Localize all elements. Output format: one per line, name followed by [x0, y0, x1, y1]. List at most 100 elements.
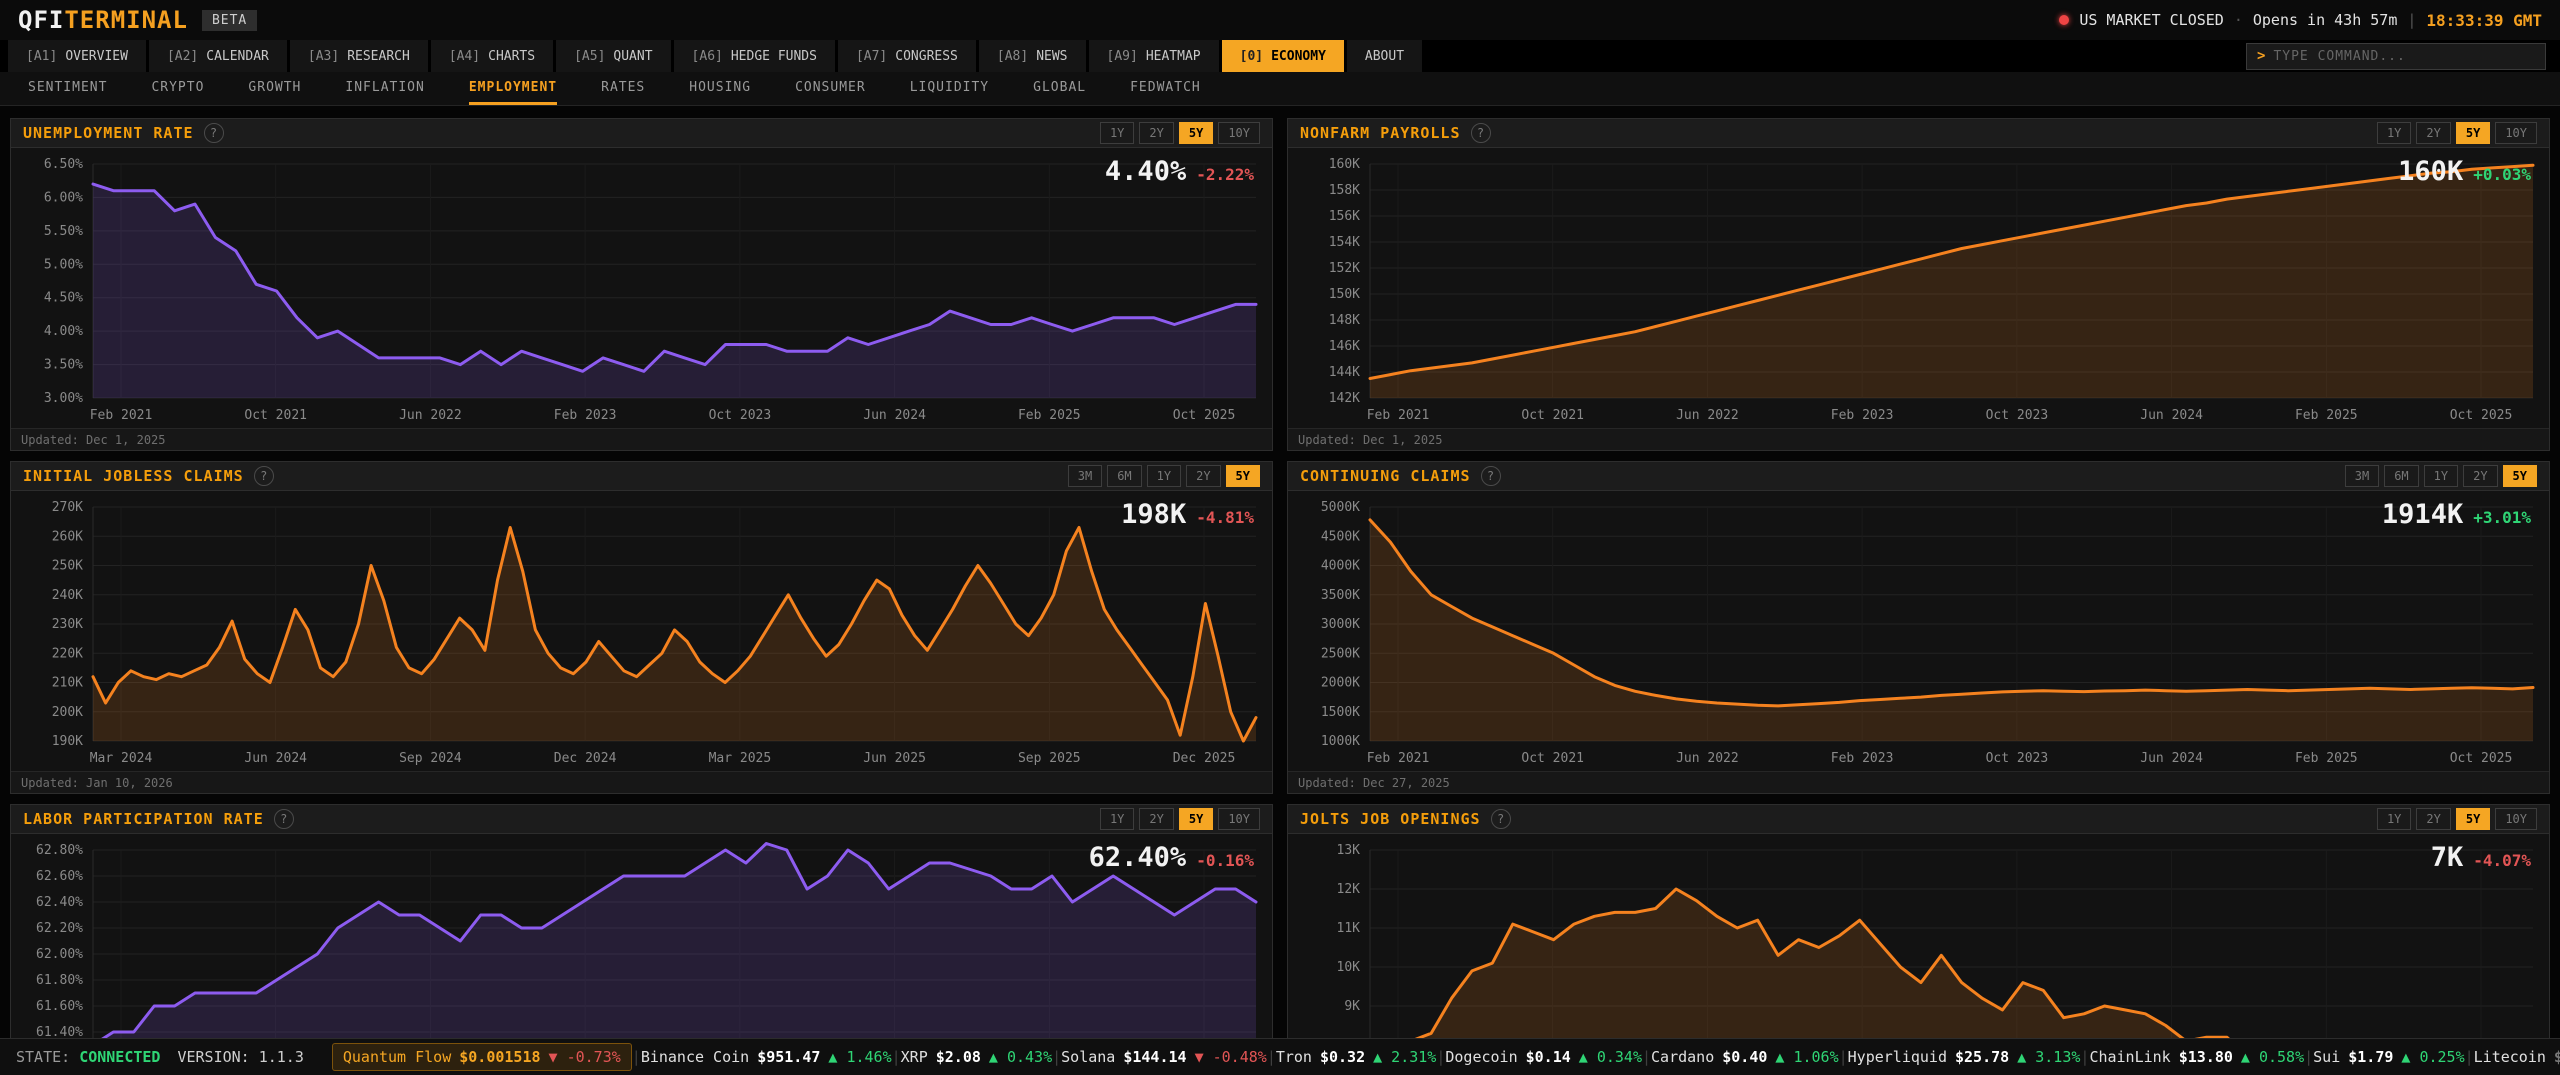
help-icon[interactable]: ?	[1481, 466, 1501, 486]
svg-text:Oct 2023: Oct 2023	[1986, 408, 2049, 423]
svg-text:62.60%: 62.60%	[36, 869, 83, 884]
command-box[interactable]: >	[2246, 43, 2546, 70]
nav-tab-research[interactable]: [A3]RESEARCH	[290, 40, 428, 72]
timeframe-1y-button[interactable]: 1Y	[1100, 808, 1134, 830]
panel-labor-participation-rate: LABOR PARTICIPATION RATE ? 1Y2Y5Y10Y 62.…	[10, 804, 1273, 1075]
ticker-quantum-flow[interactable]: Quantum Flow$0.001518▼ -0.73%	[332, 1043, 632, 1071]
subnav-tab-employment[interactable]: EMPLOYMENT	[469, 72, 557, 105]
timeframe-5y-button[interactable]: 5Y	[2456, 808, 2490, 830]
subnav-tab-sentiment[interactable]: SENTIMENT	[28, 72, 107, 105]
help-icon[interactable]: ?	[1471, 123, 1491, 143]
change-percent: -2.22%	[1196, 165, 1254, 184]
timeframe-10y-button[interactable]: 10Y	[1218, 808, 1260, 830]
help-icon[interactable]: ?	[1491, 809, 1511, 829]
timeframe-1y-button[interactable]: 1Y	[1100, 122, 1134, 144]
subnav-tab-growth[interactable]: GROWTH	[248, 72, 301, 105]
timeframe-3m-button[interactable]: 3M	[2345, 465, 2379, 487]
timeframe-group: 3M6M 1Y2Y 5Y	[1068, 465, 1260, 487]
ticker-separator: |	[2465, 1048, 2474, 1066]
svg-text:Oct 2025: Oct 2025	[2450, 751, 2513, 766]
timeframe-10y-button[interactable]: 10Y	[1218, 122, 1260, 144]
svg-text:Oct 2021: Oct 2021	[1521, 751, 1584, 766]
subnav-tab-housing[interactable]: HOUSING	[689, 72, 751, 105]
timeframe-2y-button[interactable]: 2Y	[1139, 122, 1173, 144]
ticker-sui[interactable]: Sui$1.79▲ 0.25%	[2313, 1048, 2464, 1066]
subnav-tab-crypto[interactable]: CRYPTO	[151, 72, 204, 105]
svg-text:158K: 158K	[1329, 183, 1360, 198]
timeframe-2y-button[interactable]: 2Y	[2416, 808, 2450, 830]
timeframe-1y-button[interactable]: 1Y	[1147, 465, 1181, 487]
timeframe-2y-button[interactable]: 2Y	[1186, 465, 1220, 487]
nav-tab-label: OVERVIEW	[65, 49, 128, 64]
timeframe-1y-button[interactable]: 1Y	[2377, 122, 2411, 144]
nav-tab-hedge-funds[interactable]: [A6]HEDGE FUNDS	[674, 40, 835, 72]
svg-text:Feb 2023: Feb 2023	[554, 408, 617, 423]
svg-text:Feb 2023: Feb 2023	[1831, 408, 1894, 423]
svg-text:3.00%: 3.00%	[44, 391, 83, 406]
nav-tab-economy[interactable]: [0]ECONOMY	[1222, 40, 1344, 72]
help-icon[interactable]: ?	[204, 123, 224, 143]
svg-text:Dec 2024: Dec 2024	[554, 751, 617, 766]
subnav-tab-rates[interactable]: RATES	[601, 72, 645, 105]
timeframe-5y-button[interactable]: 5Y	[2503, 465, 2537, 487]
nav-tab-key: [A9]	[1107, 49, 1138, 64]
timeframe-6m-button[interactable]: 6M	[2384, 465, 2418, 487]
timeframe-1y-button[interactable]: 1Y	[2377, 808, 2411, 830]
timeframe-2y-button[interactable]: 2Y	[1139, 808, 1173, 830]
ticker-xrp[interactable]: XRP$2.08▲ 0.43%	[901, 1048, 1052, 1066]
subnav-tab-liquidity[interactable]: LIQUIDITY	[910, 72, 989, 105]
version-value: 1.1.3	[259, 1048, 304, 1066]
timeframe-2y-button[interactable]: 2Y	[2416, 122, 2450, 144]
subnav-tab-consumer[interactable]: CONSUMER	[795, 72, 866, 105]
svg-text:Feb 2023: Feb 2023	[1831, 751, 1894, 766]
panel-nonfarm-payrolls: NONFARM PAYROLLS ? 1Y2Y5Y10Y 160K +0.03%…	[1287, 118, 2550, 451]
nav-tab-about[interactable]: ABOUT	[1347, 40, 1422, 72]
subnav-tab-global[interactable]: GLOBAL	[1033, 72, 1086, 105]
ticker-hyperliquid[interactable]: Hyperliquid$25.78▲ 3.13%	[1848, 1048, 2081, 1066]
svg-text:Feb 2021: Feb 2021	[1367, 408, 1430, 423]
nav-tab-congress[interactable]: [A7]CONGRESS	[838, 40, 976, 72]
up-arrow-icon: ▲ 0.43%	[989, 1048, 1052, 1066]
nav-tab-heatmap[interactable]: [A9]HEATMAP	[1089, 40, 1219, 72]
timeframe-6m-button[interactable]: 6M	[1107, 465, 1141, 487]
svg-text:Jun 2022: Jun 2022	[1676, 408, 1739, 423]
top-bar: QFITERMINAL BETA US MARKET CLOSED · Open…	[0, 0, 2560, 40]
nav-tab-overview[interactable]: [A1]OVERVIEW	[8, 40, 146, 72]
ticker-dogecoin[interactable]: Dogecoin$0.14▲ 0.34%	[1445, 1048, 1642, 1066]
timeframe-10y-button[interactable]: 10Y	[2495, 808, 2537, 830]
command-input[interactable]	[2273, 49, 2535, 64]
nav-tab-calendar[interactable]: [A2]CALENDAR	[149, 40, 287, 72]
nav-tab-charts[interactable]: [A4]CHARTS	[431, 40, 553, 72]
timeframe-5y-button[interactable]: 5Y	[2456, 122, 2490, 144]
help-icon[interactable]: ?	[254, 466, 274, 486]
subnav-tab-inflation[interactable]: INFLATION	[345, 72, 424, 105]
timeframe-1y-button[interactable]: 1Y	[2424, 465, 2458, 487]
ticker-chainlink[interactable]: ChainLink$13.80▲ 0.58%	[2089, 1048, 2304, 1066]
nav-tab-key: [A7]	[856, 49, 887, 64]
current-value: 1914K	[2382, 499, 2463, 530]
svg-text:148K: 148K	[1329, 313, 1360, 328]
nav-tab-news[interactable]: [A8]NEWS	[979, 40, 1086, 72]
timeframe-5y-button[interactable]: 5Y	[1179, 122, 1213, 144]
timeframe-3m-button[interactable]: 3M	[1068, 465, 1102, 487]
svg-text:62.00%: 62.00%	[36, 947, 83, 962]
subnav-tab-fedwatch[interactable]: FEDWATCH	[1130, 72, 1201, 105]
svg-text:6.50%: 6.50%	[44, 157, 83, 172]
timeframe-2y-button[interactable]: 2Y	[2463, 465, 2497, 487]
ticker-litecoin[interactable]: Litecoin$74.89▼	[2474, 1048, 2560, 1066]
ticker-tron[interactable]: Tron$0.32▲ 2.31%	[1276, 1048, 1437, 1066]
ticker-solana[interactable]: Solana$144.14▼ -0.48%	[1061, 1048, 1267, 1066]
nonfarm-payrolls-chart: 160K158K156K154K152K150K148K146K144K142K…	[1288, 148, 2549, 428]
timeframe-10y-button[interactable]: 10Y	[2495, 122, 2537, 144]
nav-tab-key: [A4]	[449, 49, 480, 64]
ticker-binance-coin[interactable]: Binance Coin$951.47▲ 1.46%	[641, 1048, 892, 1066]
svg-text:1500K: 1500K	[1321, 705, 1360, 720]
timeframe-5y-button[interactable]: 5Y	[1226, 465, 1260, 487]
svg-text:Sep 2025: Sep 2025	[1018, 751, 1081, 766]
ticker-cardano[interactable]: Cardano$0.40▲ 1.06%	[1651, 1048, 1839, 1066]
svg-text:Oct 2025: Oct 2025	[1173, 408, 1236, 423]
ticker-price: $0.001518	[459, 1048, 540, 1066]
timeframe-5y-button[interactable]: 5Y	[1179, 808, 1213, 830]
help-icon[interactable]: ?	[274, 809, 294, 829]
nav-tab-quant[interactable]: [A5]QUANT	[556, 40, 670, 72]
